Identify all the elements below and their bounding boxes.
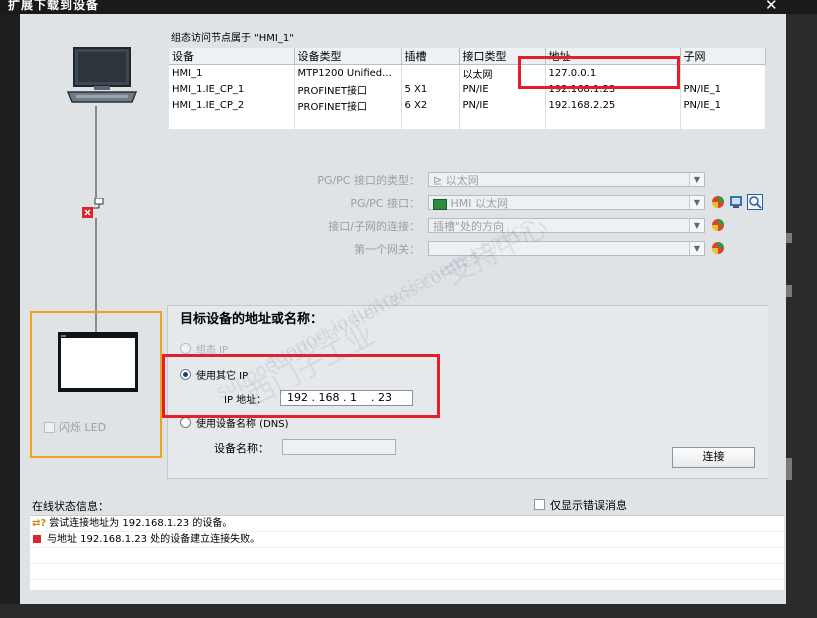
list-item: ⇄? 尝试连接地址为 192.168.1.23 的设备。 [30, 517, 784, 532]
col-header: 设备类型 [294, 48, 402, 65]
status-message: 尝试连接地址为 192.168.1.23 的设备。 [49, 518, 233, 529]
other-ip-highlight [162, 354, 440, 418]
scrollbar-mark [786, 285, 792, 297]
errors-only-checkbox[interactable] [534, 499, 545, 510]
pgpc-type-select[interactable]: ⊵ 以太网 ▼ [428, 172, 705, 187]
cell-subnet: PN/IE_1 [680, 97, 766, 113]
chevron-down-icon: ▼ [689, 196, 704, 209]
flash-led-label: 闪烁 LED [59, 421, 107, 434]
cell-type: MTP1200 Unified... [294, 64, 402, 81]
status-shield-icon [712, 196, 724, 208]
hmi-device-icon [58, 332, 138, 392]
error-icon [33, 535, 41, 543]
cell-device: HMI_1.IE_CP_1 [169, 81, 295, 97]
title-bar: 扩展下载到设备 ✕ [0, 0, 817, 14]
cell-slot: 6 X2 [401, 97, 460, 113]
list-item-empty [30, 565, 784, 580]
flash-led-checkbox[interactable] [44, 422, 55, 433]
dns-name-radio[interactable] [180, 417, 191, 428]
status-shield-icon [712, 242, 724, 254]
network-line-top [95, 106, 97, 198]
config-access-label: 组态访问节点属于 "HMI_1" [171, 33, 294, 44]
col-header: 子网 [680, 48, 766, 65]
device-name-label: 设备名称： [214, 442, 269, 455]
bottom-bar [0, 604, 817, 618]
table-row-empty [169, 113, 766, 129]
first-gateway-select[interactable]: ▼ [428, 241, 705, 256]
online-status-label: 在线状态信息： [32, 500, 109, 513]
network-card-icon [433, 198, 447, 210]
config-ip-radio[interactable] [180, 343, 191, 354]
pgpc-type-value: 以太网 [445, 174, 479, 187]
pgpc-interface-label: PG/PC 接口： [350, 197, 420, 210]
device-name-input[interactable] [282, 439, 396, 455]
pgpc-type-label: PG/PC 接口的类型： [317, 174, 420, 187]
window-title: 扩展下载到设备 [8, 0, 100, 12]
cell-device: HMI_1.IE_CP_2 [169, 97, 295, 113]
status-shield-icon [712, 219, 724, 231]
address-highlight [518, 56, 680, 89]
cell-type: PROFINET接口 [294, 97, 402, 113]
cell-slot: 5 X1 [401, 81, 460, 97]
status-message-list: ⇄? 尝试连接地址为 192.168.1.23 的设备。 与地址 192.168.… [30, 515, 784, 590]
pgpc-interface-value: HMI 以太网 [450, 197, 509, 210]
subnet-connection-value: 插槽"处的方向 [433, 220, 505, 233]
cell-type: PROFINET接口 [294, 81, 402, 97]
diagnostics-icon[interactable] [747, 194, 763, 210]
pgpc-interface-select[interactable]: HMI 以太网 ▼ [428, 195, 705, 210]
extended-download-dialog: 闪烁 LED 组态访问节点属于 "HMI_1" 设备 设备类型 插槽 接口类型 … [20, 14, 786, 604]
cell-address: 192.168.2.25 [545, 97, 681, 113]
cell-subnet [680, 64, 766, 81]
ethernet-icon: ⊵ [433, 174, 446, 187]
chevron-down-icon: ▼ [689, 242, 704, 255]
list-item: 与地址 192.168.1.23 处的设备建立连接失败。 [30, 533, 784, 548]
errors-only-label: 仅显示错误消息 [550, 499, 627, 512]
list-item-empty [30, 549, 784, 564]
connect-button[interactable]: 连接 [672, 447, 755, 468]
chevron-down-icon: ▼ [689, 173, 704, 186]
col-header: 设备 [169, 48, 295, 65]
background-panel [786, 14, 817, 604]
subnet-connection-label: 接口/子网的连接： [328, 220, 420, 233]
properties-icon[interactable] [729, 195, 743, 209]
chevron-down-icon: ▼ [689, 219, 704, 232]
scrollbar-mark [786, 233, 792, 243]
pc-icon [66, 47, 138, 103]
subnet-connection-select[interactable]: 插槽"处的方向 ▼ [428, 218, 705, 233]
target-address-heading: 目标设备的地址或名称： [180, 312, 324, 327]
close-icon[interactable]: ✕ [765, 0, 778, 14]
cell-subnet: PN/IE_1 [680, 81, 766, 97]
first-gateway-label: 第一个网关： [354, 243, 420, 256]
col-header: 插槽 [401, 48, 460, 65]
error-icon [82, 207, 93, 218]
cell-device: HMI_1 [169, 64, 295, 81]
connecting-icon: ⇄? [32, 518, 47, 529]
table-row[interactable]: HMI_1.IE_CP_2 PROFINET接口 6 X2 PN/IE 192.… [169, 97, 766, 113]
cell-slot [401, 64, 460, 81]
status-message: 与地址 192.168.1.23 处的设备建立连接失败。 [47, 534, 261, 545]
cell-iftype: PN/IE [459, 97, 546, 113]
scrollbar-mark [786, 458, 792, 480]
